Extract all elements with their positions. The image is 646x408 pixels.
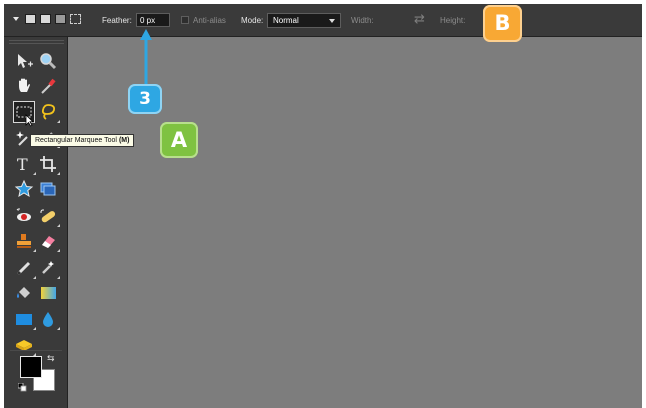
width-label: Width:: [351, 16, 374, 25]
intersect-selection-icon[interactable]: [70, 14, 81, 24]
lasso-tool-icon[interactable]: [38, 102, 60, 123]
feather-label: Feather:: [102, 16, 132, 25]
zoom-tool-icon[interactable]: [38, 51, 58, 71]
svg-text:T: T: [17, 155, 28, 174]
tool-submenu-indicator: [33, 327, 36, 330]
callout-arrow-icon: [140, 29, 152, 86]
mode-select[interactable]: Normal: [267, 13, 341, 28]
mode-select-value: Normal: [273, 16, 299, 25]
toolbox-separator: [10, 350, 62, 351]
add-to-selection-icon[interactable]: [40, 14, 51, 24]
straighten-tool-icon[interactable]: [38, 179, 58, 199]
subtract-from-selection-icon[interactable]: [55, 14, 66, 24]
antialias-label: Anti-alias: [193, 16, 226, 25]
callout-a-badge: A: [160, 122, 198, 158]
feather-input[interactable]: 0 px: [136, 13, 170, 27]
editor-window: Feather: 0 px Anti-alias Mode: Normal Wi…: [4, 4, 642, 408]
toolbox-grip[interactable]: [9, 40, 64, 41]
eraser-tool-icon[interactable]: [38, 231, 60, 252]
swap-colors-icon[interactable]: ⇆: [47, 354, 55, 364]
crop-tool-icon[interactable]: [38, 154, 60, 175]
smart-brush-tool-icon[interactable]: [38, 258, 60, 279]
paint-bucket-tool-icon[interactable]: [14, 283, 34, 303]
type-tool-icon[interactable]: T: [14, 154, 36, 175]
tool-submenu-indicator: [33, 276, 36, 279]
tool-submenu-indicator: [57, 224, 60, 227]
toolbox-grip-line: [9, 43, 64, 44]
sponge-tool-icon[interactable]: [14, 335, 36, 356]
eyedropper-tool-icon[interactable]: [38, 76, 58, 96]
blur-tool-icon[interactable]: [38, 309, 60, 330]
spot-healing-tool-icon[interactable]: [38, 206, 60, 227]
dropdown-arrow-icon[interactable]: [13, 17, 19, 21]
tool-submenu-indicator: [57, 172, 60, 175]
tooltip-shortcut: (M): [118, 137, 130, 144]
tool-options-bar: Feather: 0 px Anti-alias Mode: Normal Wi…: [4, 4, 642, 37]
gradient-tool-icon[interactable]: [38, 283, 58, 303]
toolbox: T ⇆: [4, 37, 68, 408]
antialias-checkbox[interactable]: [181, 16, 189, 24]
height-label: Height:: [440, 16, 466, 25]
hand-tool-icon[interactable]: [14, 76, 34, 96]
shape-tool-icon[interactable]: [14, 309, 36, 330]
chevron-down-icon: [329, 19, 335, 23]
swap-dimensions-icon[interactable]: ⇄: [414, 12, 425, 27]
red-eye-tool-icon[interactable]: [14, 206, 34, 226]
callout-b-badge: B: [483, 5, 522, 42]
foreground-color-swatch[interactable]: [20, 356, 42, 378]
tool-submenu-indicator: [33, 249, 36, 252]
step-3-callout: 3: [128, 84, 162, 114]
pencil-tool-icon[interactable]: [14, 258, 36, 279]
tool-submenu-indicator: [57, 249, 60, 252]
tool-submenu-indicator: [57, 120, 60, 123]
mode-label: Mode:: [241, 16, 264, 25]
tool-submenu-indicator: [57, 327, 60, 330]
move-tool-icon[interactable]: [14, 51, 34, 71]
tool-tooltip: Rectangular Marquee Tool (M): [30, 134, 135, 147]
tooltip-tool-name: Rectangular Marquee Tool: [35, 137, 117, 144]
new-selection-icon[interactable]: [25, 14, 36, 24]
tool-submenu-indicator: [57, 276, 60, 279]
cookie-cutter-tool-icon[interactable]: [14, 179, 34, 199]
mouse-cursor-icon: [25, 114, 34, 127]
tool-submenu-indicator: [33, 172, 36, 175]
clone-stamp-tool-icon[interactable]: [14, 231, 36, 252]
default-colors-icon[interactable]: [18, 383, 27, 392]
